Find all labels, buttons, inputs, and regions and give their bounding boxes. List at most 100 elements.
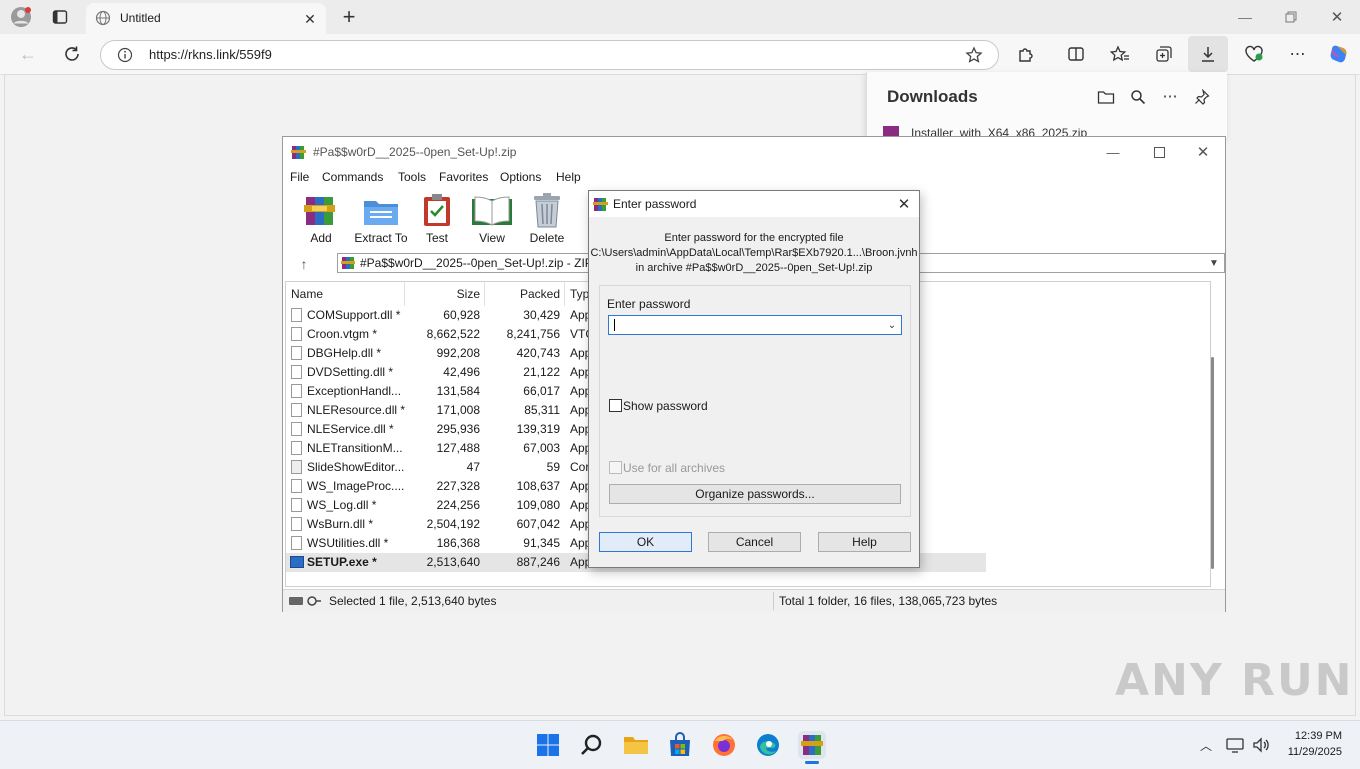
tool-add[interactable]: Add <box>301 193 341 251</box>
dialog-title-bar: Enter password ✕ <box>589 191 919 217</box>
file-name: SlideShowEditor... <box>307 460 405 474</box>
dll-file-icon <box>291 365 302 379</box>
dll-file-icon <box>291 308 302 322</box>
back-icon[interactable]: ← <box>16 42 40 66</box>
more-icon[interactable]: ⋯ <box>1284 42 1312 66</box>
show-hidden-icons-icon[interactable]: ︿ <box>1196 735 1216 755</box>
restore-icon[interactable] <box>1278 6 1304 28</box>
open-folder-icon[interactable] <box>1095 86 1117 108</box>
firefox-icon[interactable] <box>710 731 738 759</box>
extensions-icon[interactable] <box>1012 42 1040 66</box>
tool-delete[interactable]: Delete <box>527 193 567 251</box>
search-icon[interactable] <box>1127 86 1149 108</box>
file-name: NLEService.dll * <box>307 422 394 436</box>
network-icon[interactable] <box>1224 735 1246 755</box>
file-size: 42,496 <box>443 365 480 379</box>
config-file-icon <box>291 460 302 474</box>
path-dropdown-icon[interactable]: ▼ <box>1206 255 1222 271</box>
minimize-icon[interactable]: — <box>1232 6 1258 28</box>
tool-extract-to[interactable]: Extract To <box>351 193 411 251</box>
file-packed: 139,319 <box>516 422 560 436</box>
add-archive-icon <box>304 193 336 227</box>
up-folder-icon[interactable]: ↑ <box>295 255 313 273</box>
site-info-icon[interactable] <box>115 45 135 65</box>
close-tab-icon[interactable]: ✕ <box>300 9 320 29</box>
winrar-app-icon <box>291 144 307 160</box>
winrar-taskbar-icon[interactable] <box>798 731 826 764</box>
volume-icon[interactable] <box>1250 735 1272 755</box>
split-screen-icon[interactable] <box>1062 42 1090 66</box>
favorite-star-icon[interactable] <box>963 44 985 66</box>
collections-icon[interactable] <box>1150 42 1178 66</box>
winrar-menu-bar: File Commands Tools Favorites Options He… <box>283 167 1225 187</box>
column-type[interactable]: Typ <box>570 282 589 306</box>
menu-help[interactable]: Help <box>556 170 581 184</box>
file-size: 8,662,522 <box>426 327 480 341</box>
start-icon[interactable] <box>534 731 562 759</box>
downloads-title: Downloads <box>887 87 978 106</box>
clock-date[interactable]: 11/29/2025 <box>1280 746 1342 758</box>
file-packed: 59 <box>546 460 560 474</box>
menu-favorites[interactable]: Favorites <box>439 170 488 184</box>
file-packed: 887,246 <box>516 555 560 569</box>
new-tab-button[interactable]: + <box>336 4 362 30</box>
browser-tab[interactable]: Untitled ✕ <box>86 3 326 34</box>
file-size: 47 <box>466 460 480 474</box>
tool-delete-label: Delete <box>529 231 565 245</box>
browser-essentials-icon[interactable] <box>1240 42 1268 66</box>
use-all-archives-checkbox <box>609 461 622 474</box>
winrar-close-icon[interactable]: ✕ <box>1191 141 1215 163</box>
close-window-icon[interactable]: ✕ <box>1324 6 1350 28</box>
downloads-button[interactable] <box>1188 36 1228 72</box>
column-name[interactable]: Name <box>291 282 323 306</box>
profile-avatar-icon[interactable] <box>8 5 34 29</box>
address-bar[interactable]: https://rkns.link/559f9 <box>100 40 999 70</box>
show-password-label[interactable]: Show password <box>623 399 708 413</box>
column-size[interactable]: Size <box>406 282 480 306</box>
favorites-icon[interactable] <box>1106 42 1134 66</box>
dialog-winrar-icon <box>593 196 609 212</box>
test-clipboard-icon <box>422 193 452 227</box>
dll-file-icon <box>291 422 302 436</box>
sort-caret-icon: ⌃ <box>342 281 350 288</box>
url-text: https://rkns.link/559f9 <box>149 47 272 62</box>
dialog-close-icon[interactable]: ✕ <box>893 194 915 214</box>
ok-button[interactable]: OK <box>599 532 692 552</box>
password-history-dropdown-icon[interactable]: ⌄ <box>885 318 899 332</box>
edge-icon[interactable] <box>754 731 782 759</box>
tool-test[interactable]: Test <box>419 193 455 251</box>
extract-folder-icon <box>362 193 400 227</box>
store-icon[interactable] <box>666 731 694 759</box>
winrar-maximize-icon[interactable] <box>1147 141 1171 163</box>
menu-options[interactable]: Options <box>500 170 541 184</box>
cancel-button[interactable]: Cancel <box>708 532 801 552</box>
clock-time[interactable]: 12:39 PM <box>1292 730 1342 742</box>
pin-icon[interactable] <box>1191 86 1213 108</box>
taskbar: ︿ 12:39 PM 11/29/2025 <box>0 720 1360 769</box>
dll-file-icon <box>291 479 302 493</box>
menu-commands[interactable]: Commands <box>322 170 383 184</box>
organize-passwords-button[interactable]: Organize passwords... <box>609 484 901 504</box>
menu-file[interactable]: File <box>290 170 309 184</box>
menu-tools[interactable]: Tools <box>398 170 426 184</box>
file-name: WsBurn.dll * <box>307 517 374 531</box>
downloads-panel: Downloads ⋯ Installer_with_X64_x86_2025.… <box>866 72 1227 138</box>
password-dialog: Enter password ✕ Enter password for the … <box>588 190 920 568</box>
tab-actions-icon[interactable] <box>48 6 72 28</box>
search-icon[interactable] <box>578 731 606 759</box>
archive-path-text: #Pa$$w0rD__2025--0pen_Set-Up!.zip - ZIP … <box>360 256 603 270</box>
dialog-message: Enter password for the encrypted file C:… <box>589 231 919 276</box>
help-button[interactable]: Help <box>818 532 911 552</box>
file-list-scrollbar[interactable] <box>1211 357 1214 569</box>
tool-view[interactable]: View <box>469 193 515 251</box>
winrar-minimize-icon[interactable]: — <box>1101 141 1125 163</box>
password-input[interactable]: ⌄ <box>608 315 902 335</box>
refresh-icon[interactable] <box>60 42 84 66</box>
column-packed[interactable]: Packed <box>486 282 560 306</box>
view-book-icon <box>471 193 513 227</box>
downloads-more-icon[interactable]: ⋯ <box>1159 85 1181 107</box>
show-password-checkbox[interactable] <box>609 399 622 412</box>
copilot-icon[interactable] <box>1326 42 1352 66</box>
file-name: NLETransitionM... <box>307 441 403 455</box>
file-explorer-icon[interactable] <box>622 731 650 759</box>
